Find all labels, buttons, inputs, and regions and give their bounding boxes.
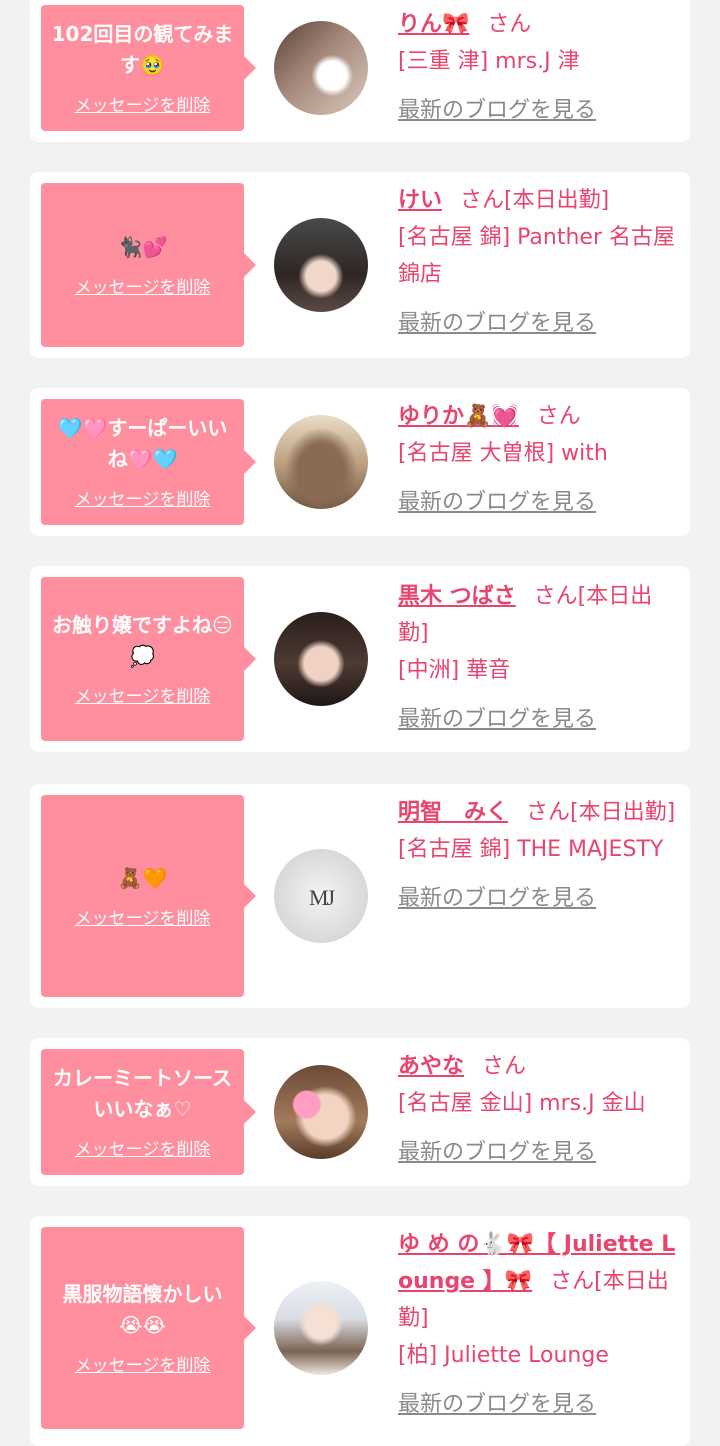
cast-info: りん🎀 さん [三重 津] mrs.J 津 最新のブログを見る [398, 6, 680, 129]
honorific: さん [536, 404, 581, 429]
message-text: 102回目の観てみます🥹 [51, 22, 234, 77]
message-bubble: 🐈‍⬛💕 メッセージを削除 [41, 183, 256, 347]
latest-blog-link[interactable]: 最新のブログを見る [398, 880, 680, 917]
message-text: 🩵🩷すーぱーいいね🩷🩵 [57, 416, 228, 471]
avatar[interactable] [274, 1065, 368, 1159]
cast-info: 黒木 つばさ さん[本日出勤] [中洲] 華音 最新のブログを見る [398, 578, 680, 738]
message-text: 黒服物語懐かしい😭😭 [62, 1282, 223, 1337]
favorite-card: お触り嬢ですよね😑💭 メッセージを削除 黒木 つばさ さん[本日出勤] [中洲] … [30, 566, 690, 752]
favorite-card: 🧸🧡 メッセージを削除 MJ 明智 みく さん[本日出勤] [名古屋 錦] THE… [30, 784, 690, 1008]
shop-name: [名古屋 金山] mrs.J 金山 [398, 1091, 646, 1116]
delete-message-link[interactable]: メッセージを削除 [75, 95, 211, 117]
cast-name-link[interactable]: あやな [398, 1054, 464, 1079]
message-bubble: 102回目の観てみます🥹 メッセージを削除 [41, 5, 256, 131]
shop-name: [名古屋 大曽根] with [398, 441, 608, 466]
favorite-card: 🩵🩷すーぱーいいね🩷🩵 メッセージを削除 ゆりか🧸💓 さん [名古屋 大曽根] w… [30, 388, 690, 536]
message-bubble: 黒服物語懐かしい😭😭 メッセージを削除 [41, 1227, 256, 1429]
honorific: さん [482, 1054, 527, 1079]
message-bubble: お触り嬢ですよね😑💭 メッセージを削除 [41, 577, 256, 741]
latest-blog-link[interactable]: 最新のブログを見る [398, 92, 680, 129]
message-bubble: 🧸🧡 メッセージを削除 [41, 795, 256, 997]
svg-text:MJ: MJ [309, 885, 336, 910]
delete-message-link[interactable]: メッセージを削除 [75, 277, 211, 299]
avatar[interactable]: MJ [274, 849, 368, 943]
avatar[interactable] [274, 612, 368, 706]
cast-name-link[interactable]: 明智 みく [398, 800, 508, 825]
shop-name: [名古屋 錦] THE MAJESTY [398, 837, 664, 862]
message-bubble: カレーミートソースいいなぁ♡ メッセージを削除 [41, 1049, 256, 1175]
cast-info: 明智 みく さん[本日出勤] [名古屋 錦] THE MAJESTY 最新のブログ… [398, 794, 680, 917]
favorite-card: カレーミートソースいいなぁ♡ メッセージを削除 あやな さん [名古屋 金山] m… [30, 1038, 690, 1186]
delete-message-link[interactable]: メッセージを削除 [75, 489, 211, 511]
latest-blog-link[interactable]: 最新のブログを見る [398, 701, 680, 738]
shop-name: [名古屋 錦] Panther 名古屋錦店 [398, 225, 675, 287]
cast-info: あやな さん [名古屋 金山] mrs.J 金山 最新のブログを見る [398, 1048, 680, 1171]
cast-name-link[interactable]: りん🎀 [398, 12, 469, 37]
cast-info: けい さん[本日出勤] [名古屋 錦] Panther 名古屋錦店 最新のブログを… [398, 182, 680, 342]
favorite-card: 102回目の観てみます🥹 メッセージを削除 りん🎀 さん [三重 津] mrs.J… [30, 0, 690, 142]
honorific: さん [487, 12, 532, 37]
avatar[interactable] [274, 21, 368, 115]
shop-name: [柏] Juliette Lounge [398, 1343, 609, 1368]
avatar[interactable] [274, 218, 368, 312]
latest-blog-link[interactable]: 最新のブログを見る [398, 484, 680, 521]
latest-blog-link[interactable]: 最新のブログを見る [398, 1386, 680, 1423]
favorite-card: 黒服物語懐かしい😭😭 メッセージを削除 ゆ め の🐇🎀【 Juliette Lo… [30, 1216, 690, 1446]
message-text: カレーミートソースいいなぁ♡ [53, 1066, 232, 1121]
cast-name-link[interactable]: けい [398, 188, 442, 213]
logo-icon: MJ [309, 885, 338, 910]
delete-message-link[interactable]: メッセージを削除 [75, 1355, 211, 1377]
cast-name-link[interactable]: 黒木 つばさ [398, 584, 516, 609]
latest-blog-link[interactable]: 最新のブログを見る [398, 305, 680, 342]
message-text: 🧸🧡 [117, 865, 168, 890]
honorific: さん[本日出勤] [460, 188, 610, 213]
latest-blog-link[interactable]: 最新のブログを見る [398, 1134, 680, 1171]
avatar[interactable] [274, 1281, 368, 1375]
message-text: 🐈‍⬛💕 [117, 234, 168, 259]
delete-message-link[interactable]: メッセージを削除 [75, 1139, 211, 1161]
shop-name: [三重 津] mrs.J 津 [398, 49, 580, 74]
cast-name-link[interactable]: ゆりか🧸💓 [398, 404, 519, 429]
cast-info: ゆ め の🐇🎀【 Juliette Lounge 】🎀 さん[本日出勤] [柏] … [398, 1226, 680, 1423]
message-text: お触り嬢ですよね😑💭 [52, 613, 233, 668]
delete-message-link[interactable]: メッセージを削除 [75, 686, 211, 708]
message-bubble: 🩵🩷すーぱーいいね🩷🩵 メッセージを削除 [41, 399, 256, 525]
cast-info: ゆりか🧸💓 さん [名古屋 大曽根] with 最新のブログを見る [398, 398, 680, 521]
favorite-card: 🐈‍⬛💕 メッセージを削除 けい さん[本日出勤] [名古屋 錦] Panther… [30, 172, 690, 358]
honorific: さん[本日出勤] [526, 800, 676, 825]
avatar[interactable] [274, 415, 368, 509]
shop-name: [中洲] 華音 [398, 658, 511, 683]
delete-message-link[interactable]: メッセージを削除 [75, 908, 211, 930]
